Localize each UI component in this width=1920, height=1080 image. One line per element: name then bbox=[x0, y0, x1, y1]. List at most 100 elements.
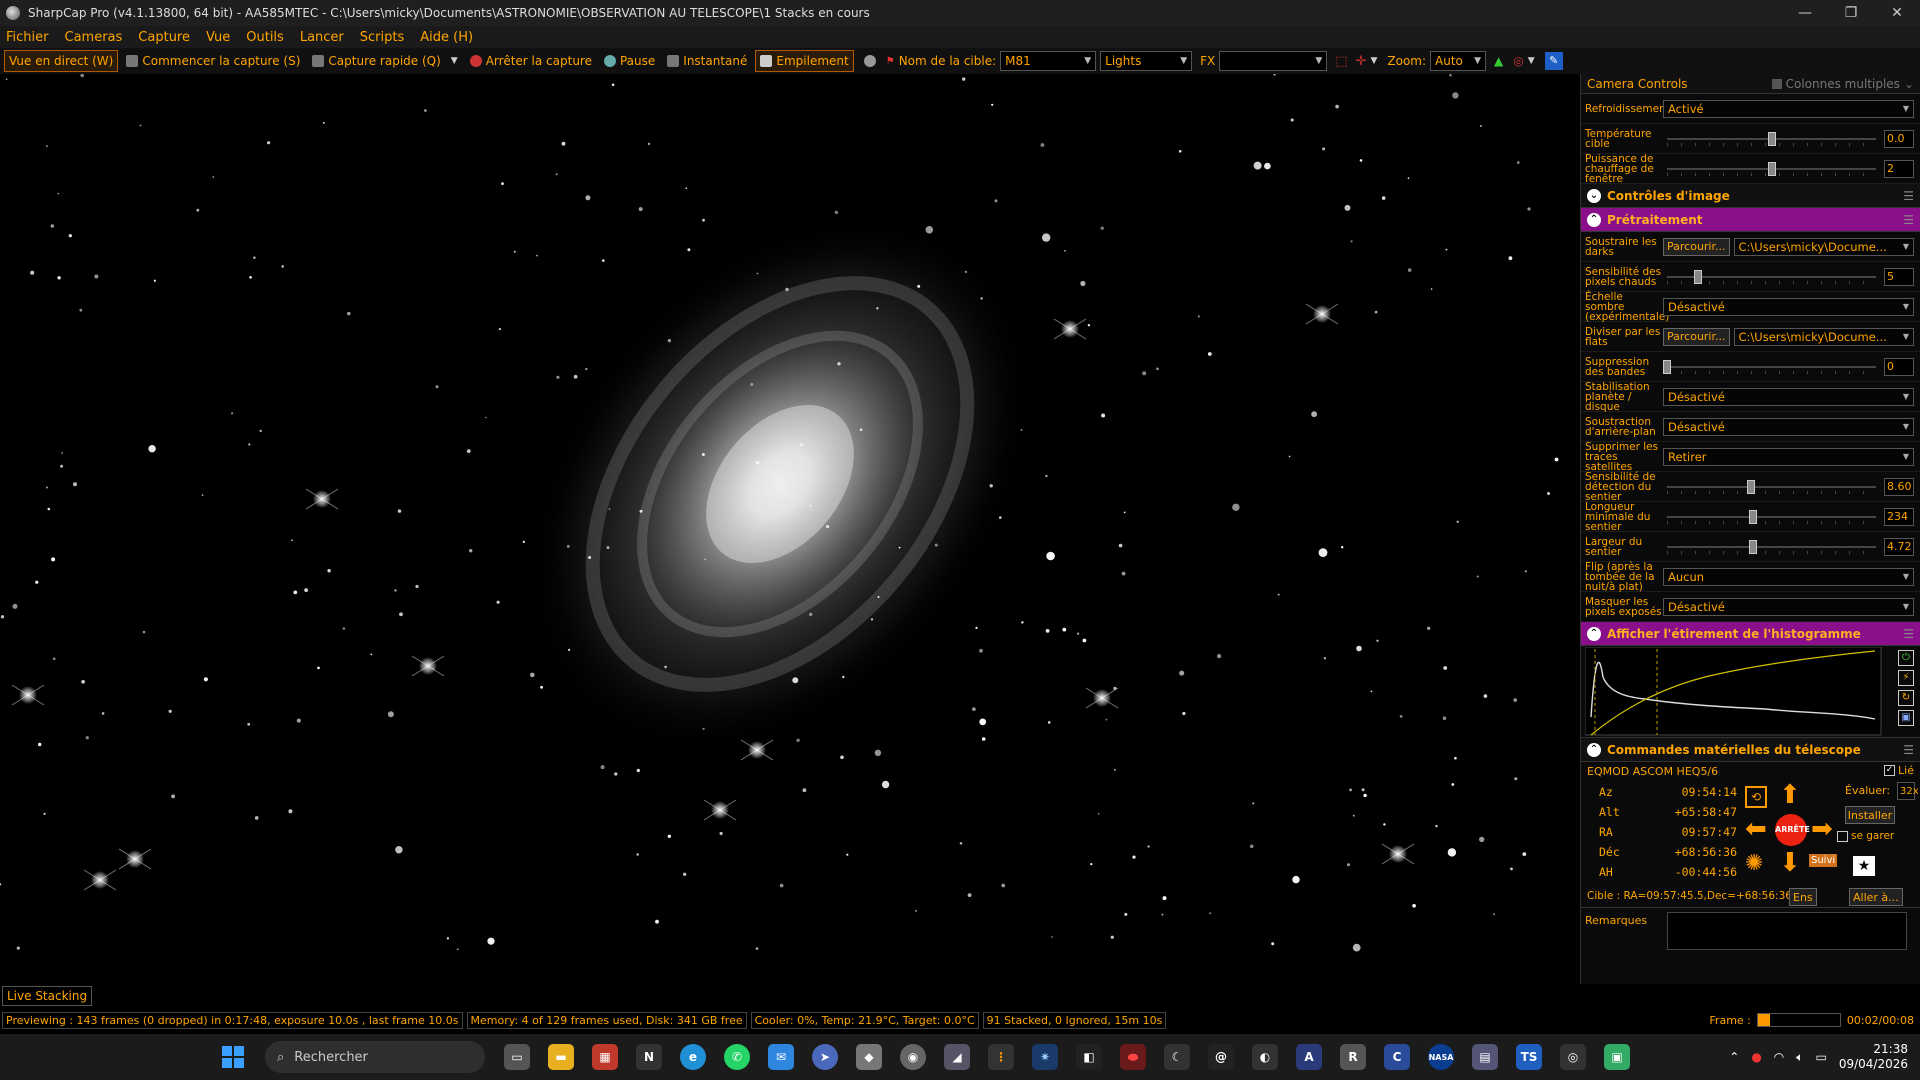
histogram-section[interactable]: ⌃ Afficher l'étirement de l'histogramme ☰ bbox=[1581, 622, 1920, 646]
slider-thumb[interactable] bbox=[1746, 479, 1755, 494]
eye-app-icon[interactable]: ◐ bbox=[1252, 1044, 1278, 1070]
volume-icon[interactable]: 🔈︎ bbox=[1796, 1050, 1803, 1065]
trail-sens-slider[interactable] bbox=[1663, 478, 1880, 496]
multi-columns-toggle[interactable]: Colonnes multiples ⌄ bbox=[1771, 77, 1914, 91]
arrow-down-icon[interactable]: ⬇ bbox=[1779, 850, 1801, 876]
trail-width-slider[interactable] bbox=[1663, 538, 1880, 556]
notes-input[interactable] bbox=[1667, 912, 1907, 950]
frame-app-icon[interactable]: ◧ bbox=[1076, 1044, 1102, 1070]
linked-checkbox[interactable]: ✓ Lié bbox=[1884, 764, 1914, 777]
hot-pixels-input[interactable]: 5 bbox=[1884, 267, 1914, 286]
window-app-icon[interactable]: ▣ bbox=[1604, 1044, 1630, 1070]
image-view[interactable] bbox=[0, 74, 1580, 958]
sharpcap-taskbar-icon[interactable]: ◉ bbox=[900, 1044, 926, 1070]
preprocessing-section[interactable]: ⌃ Prétraitement ☰ bbox=[1581, 208, 1920, 232]
tracking-button[interactable]: Suivi bbox=[1809, 854, 1838, 867]
chip-app-icon[interactable]: ◆ bbox=[856, 1044, 882, 1070]
sync-icon[interactable]: ⟲ bbox=[1745, 786, 1767, 808]
taskbar-search[interactable]: ⌕ Rechercher bbox=[265, 1041, 485, 1073]
maximize-icon[interactable]: ❐ bbox=[1828, 0, 1874, 26]
menu-fichier[interactable]: Fichier bbox=[6, 30, 49, 45]
stacker-app-icon[interactable]: ⋮ bbox=[988, 1044, 1014, 1070]
satellites-select[interactable]: Retirer ▼ bbox=[1663, 447, 1914, 466]
park-checkbox[interactable]: se garer bbox=[1837, 830, 1894, 842]
menu-capture[interactable]: Capture bbox=[138, 30, 190, 45]
calendar-app-icon[interactable]: ▦ bbox=[592, 1044, 618, 1070]
menu-aide[interactable]: Aide (H) bbox=[420, 30, 473, 45]
r-app-icon[interactable]: R bbox=[1340, 1044, 1366, 1070]
banding-slider[interactable] bbox=[1663, 358, 1880, 376]
nasa-icon[interactable]: NASA bbox=[1428, 1044, 1454, 1070]
camera-app-icon[interactable]: ◎ bbox=[1560, 1044, 1586, 1070]
target-temp-slider[interactable] bbox=[1663, 130, 1880, 148]
slider-thumb[interactable] bbox=[1663, 359, 1671, 374]
save-icon[interactable]: ▣ bbox=[1898, 710, 1914, 726]
edge-icon[interactable]: e bbox=[680, 1044, 706, 1070]
chevron-down-icon[interactable]: ▼ bbox=[1528, 56, 1535, 66]
hot-pixels-slider[interactable] bbox=[1663, 268, 1880, 286]
arrow-up-icon[interactable]: ⬆ bbox=[1779, 782, 1801, 808]
stop-slew-button[interactable]: ARRÊTE bbox=[1775, 814, 1810, 846]
roi-icon[interactable]: ⬚ bbox=[1335, 54, 1347, 69]
ens-button[interactable]: Ens bbox=[1789, 888, 1817, 906]
trail-len-input[interactable]: 234 bbox=[1884, 507, 1914, 526]
close-icon[interactable]: ✕ bbox=[1874, 0, 1920, 26]
flats-browse-button[interactable]: Parcourir... bbox=[1663, 327, 1730, 346]
chevron-up-icon[interactable]: ⌃ bbox=[1729, 1050, 1739, 1064]
start-capture-button[interactable]: Commencer la capture (S) bbox=[122, 50, 304, 72]
heater-slider[interactable] bbox=[1663, 160, 1880, 178]
annotate-icon[interactable]: ✎ bbox=[1544, 52, 1563, 70]
live-stacking-tab[interactable]: Live Stacking bbox=[2, 986, 93, 1006]
flats-path-select[interactable]: C:\Users\micky\Docume... ▼ bbox=[1733, 327, 1914, 346]
spiral-app-icon[interactable]: @ bbox=[1208, 1044, 1234, 1070]
dark-scale-select[interactable]: Désactivé ▼ bbox=[1663, 297, 1914, 316]
star-icon[interactable]: ★ bbox=[1853, 856, 1875, 876]
snapshot-button[interactable]: Instantané bbox=[663, 50, 751, 72]
target-name-select[interactable]: M81 ▼ bbox=[1000, 51, 1097, 71]
goto-button[interactable]: Aller à... bbox=[1849, 888, 1903, 906]
n-app-icon[interactable]: N bbox=[636, 1044, 662, 1070]
frame-type-select[interactable]: Lights ▼ bbox=[1100, 51, 1193, 71]
slider-thumb[interactable] bbox=[1767, 131, 1776, 146]
document-app-icon[interactable]: ▤ bbox=[1472, 1044, 1498, 1070]
hamburger-icon[interactable]: ☰ bbox=[1903, 743, 1914, 757]
minimize-icon[interactable]: — bbox=[1782, 0, 1828, 26]
star-app-icon[interactable]: ✷ bbox=[1032, 1044, 1058, 1070]
security-icon[interactable]: ● bbox=[1751, 1050, 1761, 1064]
menu-lancer[interactable]: Lancer bbox=[300, 30, 344, 45]
stabilize-select[interactable]: Désactivé ▼ bbox=[1663, 387, 1914, 406]
trail-width-input[interactable]: 4.72 bbox=[1884, 537, 1914, 556]
arrow-left-icon[interactable]: ⬅ bbox=[1745, 816, 1767, 842]
whatsapp-icon[interactable]: ✆ bbox=[724, 1044, 750, 1070]
menu-cameras[interactable]: Cameras bbox=[65, 30, 123, 45]
telescope-section[interactable]: ⌃ Commandes matérielles du télescope ☰ bbox=[1581, 738, 1920, 762]
task-view-icon[interactable]: ▭ bbox=[504, 1044, 530, 1070]
live-view-button[interactable]: Vue en direct (W) bbox=[4, 50, 119, 72]
fx-select[interactable]: ▼ bbox=[1219, 51, 1328, 71]
histogram-icon[interactable] bbox=[863, 55, 876, 67]
chevron-down-icon[interactable]: ▼ bbox=[451, 56, 458, 66]
stacking-button[interactable]: Empilement bbox=[755, 50, 854, 72]
slider-thumb[interactable] bbox=[1748, 539, 1757, 554]
pause-button[interactable]: Pause bbox=[600, 50, 659, 72]
wifi-icon[interactable]: ◠ bbox=[1774, 1050, 1784, 1064]
hamburger-icon[interactable]: ☰ bbox=[1903, 189, 1914, 203]
stop-capture-button[interactable]: Arrêter la capture bbox=[466, 50, 596, 72]
focus-tool-icon[interactable]: ◎ bbox=[1513, 54, 1523, 68]
hamburger-icon[interactable]: ☰ bbox=[1903, 627, 1914, 641]
menu-outils[interactable]: Outils bbox=[246, 30, 284, 45]
c-app-icon[interactable]: C bbox=[1384, 1044, 1410, 1070]
battery-icon[interactable]: ▭ bbox=[1815, 1050, 1826, 1064]
telescope-app-icon[interactable]: ◢ bbox=[944, 1044, 970, 1070]
refresh-icon[interactable]: ↻ bbox=[1898, 690, 1914, 706]
chevron-down-icon[interactable]: ▼ bbox=[1370, 56, 1377, 66]
histogram-chart[interactable] bbox=[1585, 647, 1885, 737]
mask-select[interactable]: Désactivé ▼ bbox=[1663, 597, 1914, 616]
clock[interactable]: 21:38 09/04/2026 bbox=[1839, 1042, 1908, 1072]
darks-path-select[interactable]: C:\Users\micky\Docume... ▼ bbox=[1733, 237, 1914, 256]
crosshair-icon[interactable]: ✛ bbox=[1356, 54, 1367, 69]
lightning-icon[interactable]: ⚡ bbox=[1898, 670, 1914, 686]
flip-select[interactable]: Aucun ▼ bbox=[1663, 567, 1914, 586]
menu-vue[interactable]: Vue bbox=[206, 30, 230, 45]
power-icon[interactable]: ⏻ bbox=[1898, 650, 1914, 666]
